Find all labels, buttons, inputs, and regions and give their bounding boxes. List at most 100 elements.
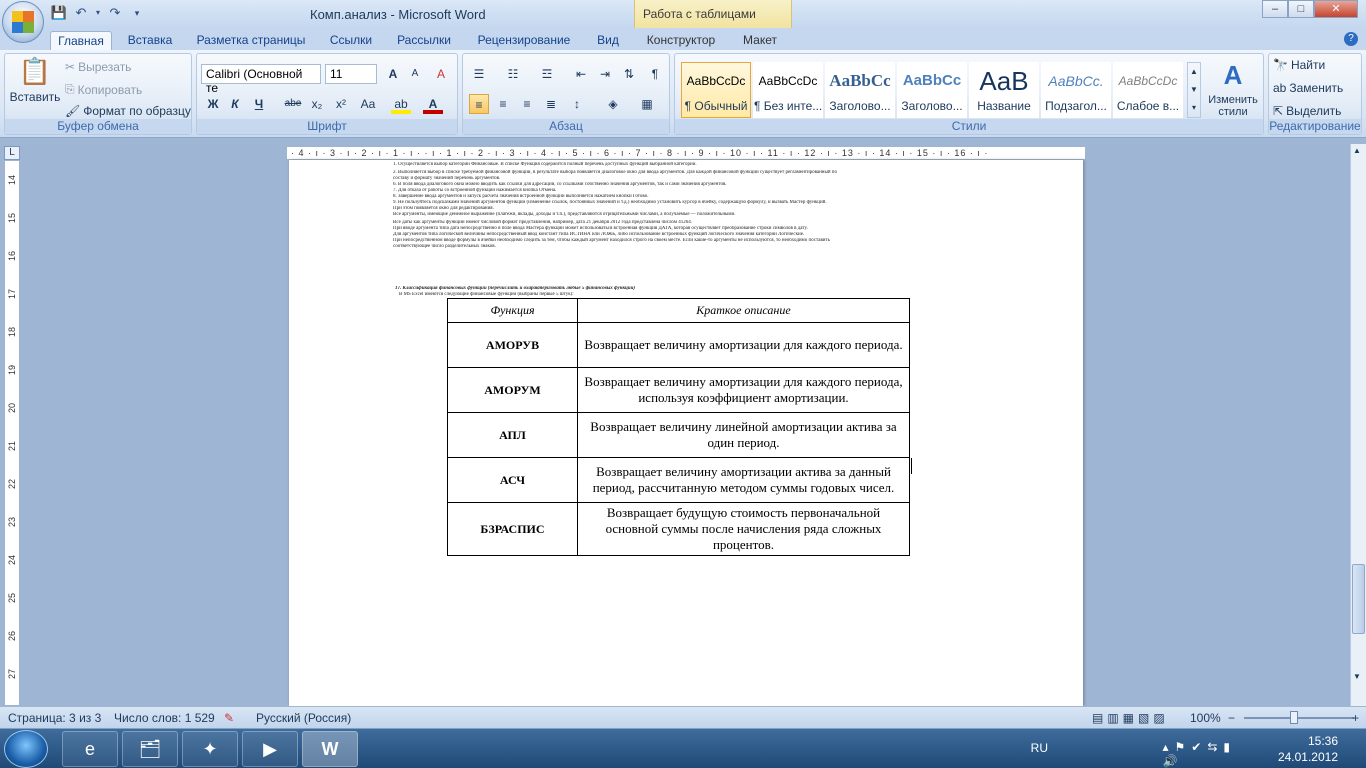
change-case-button[interactable]: Aa	[355, 94, 381, 114]
clock-time[interactable]: 15:36	[1308, 734, 1338, 748]
strikethrough-button[interactable]: abe	[283, 94, 303, 114]
table-header-function[interactable]: Функция	[447, 298, 578, 323]
description-cell[interactable]: Возвращает величину амортизации для кажд…	[577, 367, 910, 413]
format-painter-button[interactable]: 🖌 Формат по образцу	[65, 104, 191, 118]
tab-review[interactable]: Рецензирование	[468, 31, 580, 50]
tab-design[interactable]: Конструктор	[640, 31, 722, 50]
function-cell[interactable]: АМОРУВ	[447, 322, 578, 368]
tab-mailings[interactable]: Рассылки	[390, 31, 458, 50]
align-right-icon[interactable]: ≡	[517, 94, 537, 114]
style-subtle-emphasis[interactable]: AaBbCcDc Слабое в...	[1113, 62, 1183, 118]
app-icon[interactable]: ✦	[182, 731, 238, 767]
clock-date[interactable]: 24.01.2012	[1278, 750, 1338, 764]
function-cell[interactable]: АПЛ	[447, 412, 578, 458]
font-size-select[interactable]: 11	[325, 64, 377, 84]
tab-home[interactable]: Главная	[50, 31, 112, 50]
zoom-slider[interactable]	[1244, 717, 1354, 719]
style-normal[interactable]: AaBbCcDc ¶ Обычный	[681, 62, 751, 118]
description-cell[interactable]: Возвращает величину амортизации для кажд…	[577, 322, 910, 368]
document-page[interactable]: 1. Осуществляется выбор категории Финанс…	[289, 160, 1083, 706]
vertical-ruler[interactable]: 14 15 16 17 18 19 20 21 22 23 24 25 26 27	[4, 160, 20, 706]
find-button[interactable]: 🔭 Найти	[1273, 58, 1325, 72]
pilcrow-icon[interactable]: ¶	[645, 64, 665, 84]
style-no-spacing[interactable]: AaBbCcDc ¶ Без инте...	[753, 62, 823, 118]
italic-button[interactable]: К	[225, 94, 245, 114]
table-row[interactable]: АСЧ Возвращает величину амортизации актив…	[447, 457, 910, 503]
function-cell[interactable]: БЗРАСПИС	[447, 502, 578, 556]
style-heading-1[interactable]: AaBbCc Заголово...	[825, 62, 895, 118]
justify-icon[interactable]: ≣	[541, 94, 561, 114]
horizontal-ruler[interactable]: · 4 · ı · 3 · ı · 2 · ı · 1 · ı · · ı · …	[286, 146, 1086, 160]
table-row[interactable]: БЗРАСПИС Возвращает будущую стоимость пер…	[447, 502, 910, 556]
font-color-icon[interactable]: A	[423, 94, 443, 114]
numbering-icon[interactable]: ☷	[503, 64, 523, 84]
close-button[interactable]: ✕	[1314, 0, 1358, 18]
table-row[interactable]: АМОРУМ Возвращает величину амортизации дл…	[447, 367, 910, 413]
style-title[interactable]: AaB Название	[969, 62, 1039, 118]
highlight-icon[interactable]: ab	[391, 94, 411, 114]
functions-table[interactable]: Функция Краткое описание АМОРУВ Возвращае…	[447, 298, 910, 556]
align-left-icon[interactable]: ≡	[469, 94, 489, 114]
style-heading-2[interactable]: AaBbCc Заголово...	[897, 62, 967, 118]
table-header-description[interactable]: Краткое описание	[577, 298, 910, 323]
help-icon[interactable]: ?	[1344, 32, 1358, 46]
tab-page-layout[interactable]: Разметка страницы	[190, 31, 312, 50]
zoom-in-button[interactable]: +	[1352, 711, 1359, 725]
page-count[interactable]: Страница: 3 из 3	[8, 711, 101, 725]
zoom-out-button[interactable]: −	[1228, 711, 1235, 725]
view-buttons-icon[interactable]: ▤▥▦▧▨	[1092, 711, 1169, 725]
borders-icon[interactable]: ▦	[637, 94, 657, 114]
tab-insert[interactable]: Вставка	[120, 31, 180, 50]
maximize-button[interactable]: □	[1288, 0, 1314, 18]
office-button[interactable]	[2, 1, 44, 43]
undo-dropdown-icon[interactable]: ▾	[94, 4, 102, 22]
change-styles-button[interactable]: A Изменить стили	[1205, 60, 1261, 118]
clear-format-button[interactable]: A	[431, 64, 451, 84]
line-spacing-icon[interactable]: ↕	[567, 94, 587, 114]
description-cell[interactable]: Возвращает будущую стоимость первоначаль…	[577, 502, 910, 556]
tray-icons[interactable]: ▴⚑✔⇆▮🔊	[1163, 740, 1237, 768]
subscript-button[interactable]: x₂	[307, 94, 327, 114]
explorer-icon[interactable]: 🗂	[122, 731, 178, 767]
description-cell[interactable]: Возвращает величину амортизации актива з…	[577, 457, 910, 503]
sort-icon[interactable]: ⇅	[619, 64, 639, 84]
input-language[interactable]: RU	[1031, 741, 1048, 755]
style-subtitle[interactable]: AaBbCc. Подзагол...	[1041, 62, 1111, 118]
media-player-icon[interactable]: ▶	[242, 731, 298, 767]
proofing-icon[interactable]: ✎	[224, 711, 234, 725]
replace-button[interactable]: ab Заменить	[1273, 81, 1343, 95]
styles-scroll-icon[interactable]: ▲ ▼ ▾	[1187, 62, 1201, 118]
increase-indent-icon[interactable]: ⇥	[595, 64, 615, 84]
bullets-icon[interactable]: ☰	[469, 64, 489, 84]
tab-layout[interactable]: Макет	[732, 31, 788, 50]
multilevel-list-icon[interactable]: ☲	[537, 64, 557, 84]
cut-button[interactable]: ✂ Вырезать	[65, 60, 131, 74]
description-cell[interactable]: Возвращает величину линейной амортизации…	[577, 412, 910, 458]
function-cell[interactable]: АМОРУМ	[447, 367, 578, 413]
select-button[interactable]: ⇱ Выделить	[1273, 104, 1341, 118]
font-name-select[interactable]: Calibri (Основной те	[201, 64, 321, 95]
minimize-button[interactable]: –	[1262, 0, 1288, 18]
word-taskbar-icon[interactable]: W	[302, 731, 358, 767]
undo-icon[interactable]: ↶	[72, 4, 90, 22]
tab-view[interactable]: Вид	[588, 31, 628, 50]
bold-button[interactable]: Ж	[203, 94, 223, 114]
start-button[interactable]	[4, 730, 48, 768]
table-row[interactable]: АМОРУВ Возвращает величину амортизации дл…	[447, 322, 910, 368]
tab-selector-icon[interactable]: L	[4, 146, 20, 160]
scroll-down-icon[interactable]: ▼	[1353, 672, 1361, 681]
grow-font-button[interactable]: A	[383, 64, 403, 84]
shrink-font-button[interactable]: A	[405, 64, 425, 84]
ie-icon[interactable]: e	[62, 731, 118, 767]
zoom-level[interactable]: 100%	[1190, 711, 1221, 725]
paste-button[interactable]: 📋 Вставить	[9, 56, 61, 104]
align-center-icon[interactable]: ≡	[493, 94, 513, 114]
decrease-indent-icon[interactable]: ⇤	[571, 64, 591, 84]
qat-customize-icon[interactable]: ▾	[128, 4, 146, 22]
zoom-slider-thumb[interactable]	[1290, 711, 1298, 724]
underline-button[interactable]: Ч	[249, 94, 269, 114]
shading-icon[interactable]: ◈	[603, 94, 623, 114]
superscript-button[interactable]: x²	[331, 94, 351, 114]
scrollbar-thumb[interactable]	[1352, 564, 1365, 634]
vertical-scrollbar[interactable]: ▲ ▼	[1350, 144, 1366, 706]
